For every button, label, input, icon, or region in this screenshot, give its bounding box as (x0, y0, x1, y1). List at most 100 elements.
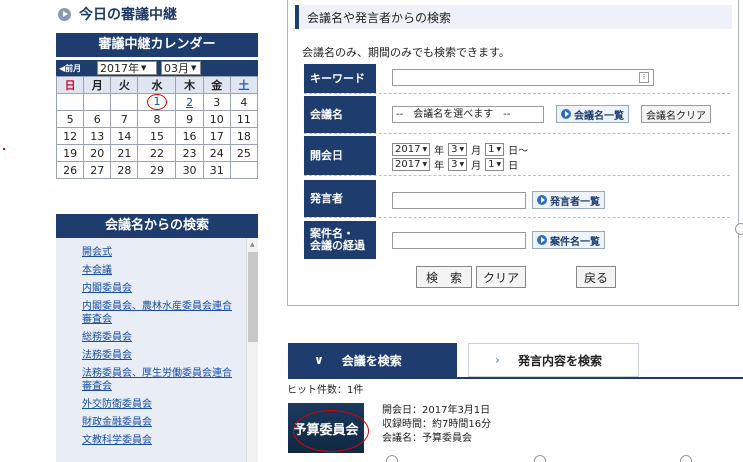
meeting-select[interactable]: -- 会議名を選べます -- (392, 106, 544, 123)
meeting-link[interactable]: 法務委員会 (82, 349, 258, 362)
today-broadcast-link[interactable]: 今日の審議中継 (56, 0, 258, 28)
meeting-link[interactable]: 財政金融委員会 (82, 416, 258, 429)
calendar-day (110, 93, 139, 111)
month-select[interactable]: 03月 ▼ (161, 61, 201, 75)
meeting-list: 開会式本会議内閣委員会内閣委員会、農林水産委員会連合審査会総務委員会法務委員会法… (56, 238, 258, 462)
calendar-day: 5 (55, 110, 85, 128)
tab-speech-search-label: 発言内容を検索 (517, 353, 602, 368)
result-meeting-name: 会議名：予算委員会 (382, 433, 472, 444)
meeting-link[interactable]: 本会議 (82, 264, 258, 277)
calendar-day: 31 (202, 161, 231, 179)
calendar-day: 3 (202, 93, 231, 111)
calendar-day: 28 (110, 161, 139, 179)
year-unit: 年 (434, 161, 445, 172)
meeting-search-title: 会議名からの検索 (56, 214, 258, 238)
chevron-down-icon: ▼ (422, 146, 428, 153)
back-button[interactable]: 戻る (576, 266, 616, 288)
calendar-title: 審議中継カレンダー (56, 33, 258, 57)
weekday-header: 金 (202, 76, 231, 94)
circle-marker (386, 455, 398, 462)
calendar-day: 24 (202, 144, 231, 162)
calendar-day: 15 (137, 127, 177, 145)
circle-marker (680, 455, 692, 462)
to-day-value: 1 (488, 159, 495, 170)
agenda-row: 案件名・ 会議の経過 案件名一覧 (304, 221, 730, 259)
agenda-input[interactable] (392, 232, 526, 249)
chevron-down-icon: ▼ (191, 64, 197, 72)
tab-meeting-search-label: 会議を検索 (341, 353, 402, 368)
from-day-select[interactable]: 1 ▼ (485, 143, 505, 156)
calendar-day: 8 (137, 110, 177, 128)
speaker-label: 発言者 (304, 180, 376, 217)
circle-marker (534, 455, 546, 462)
tab-speech-search[interactable]: › 発言内容を検索 (468, 343, 639, 377)
scroll-up-icon[interactable]: ▲ (250, 241, 255, 248)
year-select-value: 2017年 (100, 62, 139, 75)
weekday-header: 水 (137, 76, 177, 94)
meeting-list-button[interactable]: 会議名一覧 (556, 105, 629, 123)
date-to: 2017 ▼ 年 3 ▼ 月 1 ▼ 日 (392, 157, 518, 172)
calendar-day: 14 (110, 127, 139, 145)
from-month-select[interactable]: 3 ▼ (448, 143, 468, 156)
meeting-clear-button[interactable]: 会議名クリア (641, 105, 711, 123)
meeting-link[interactable]: 外交防衛委員会 (82, 398, 258, 411)
meeting-list-button-label: 会議名一覧 (574, 110, 624, 122)
chevron-down-icon: ▼ (496, 161, 502, 168)
speaker-list-button-label: 発言者一覧 (550, 196, 600, 208)
prev-month-link[interactable]: ◀前月 (59, 63, 93, 74)
to-day-select[interactable]: 1 ▼ (485, 158, 505, 171)
calendar-day: 18 (229, 127, 259, 145)
red-annotation-circle (293, 410, 369, 452)
agenda-list-button[interactable]: 案件名一覧 (532, 231, 605, 249)
hit-count: ヒット件数：1件 (287, 385, 364, 396)
weekday-header: 月 (83, 76, 112, 94)
chevron-right-icon: › (495, 353, 500, 367)
search-button[interactable]: 検 索 (416, 266, 472, 288)
calendar-day: 16 (175, 127, 204, 145)
circle-marker (735, 223, 743, 235)
calendar-grid: 日月火水木金土 1 2 3 4 5 6 7 8 9 10 11 12 13 14 15 16 17 18 19 20 2… (55, 76, 259, 179)
chevron-down-icon: ∨ (314, 353, 324, 367)
tab-meeting-search[interactable]: ∨ 会議を検索 (288, 343, 457, 377)
meeting-list-scrollbar[interactable]: ▲ (246, 238, 258, 462)
meeting-link[interactable]: 文教科学委員会 (82, 434, 258, 447)
result-date: 開会日：2017年3月1日 (382, 405, 491, 416)
speaker-row: 発言者 発言者一覧 (304, 180, 730, 218)
calendar-day: 25 (229, 144, 259, 162)
arrow-circle-icon (537, 235, 547, 245)
from-day-value: 1 (488, 144, 495, 155)
to-year-select[interactable]: 2017 ▼ (392, 158, 431, 171)
meeting-link[interactable]: 法務委員会、厚生労働委員会連合審査会 (82, 367, 258, 393)
scrollbar-thumb[interactable] (248, 252, 258, 342)
date-label: 開会日 (304, 136, 376, 175)
date-from: 2017 ▼ 年 3 ▼ 月 1 ▼ 日〜 (392, 142, 528, 157)
weekday-header: 火 (110, 76, 139, 94)
calendar-day: 19 (55, 144, 85, 162)
year-unit: 年 (434, 146, 445, 157)
meeting-link[interactable]: 総務委員会 (82, 331, 258, 344)
calendar-day (55, 93, 85, 111)
agenda-label: 案件名・ 会議の経過 (304, 221, 376, 259)
meeting-link[interactable]: 開会式 (82, 246, 258, 259)
calendar-day[interactable]: 2 (175, 93, 204, 111)
month-select-value: 03月 (164, 62, 189, 75)
calendar-day[interactable]: 1 (137, 93, 177, 111)
calendar-day (83, 93, 112, 111)
clear-button[interactable]: クリア (476, 266, 526, 288)
red-annotation-circle: 1 (146, 94, 167, 110)
panel-note: 会議名のみ、期間のみでも検索できます。 (302, 46, 510, 59)
calendar-day: 7 (110, 110, 139, 128)
keyword-row: キーワード ⁝ (304, 64, 730, 94)
meeting-link[interactable]: 内閣委員会 (82, 282, 258, 295)
speaker-input[interactable] (392, 192, 526, 209)
calendar-day: 26 (55, 161, 85, 179)
year-select[interactable]: 2017年 ▼ (97, 61, 157, 75)
from-year-select[interactable]: 2017 ▼ (392, 143, 431, 156)
chevron-down-icon: ▼ (141, 64, 147, 72)
speaker-list-button[interactable]: 発言者一覧 (532, 191, 605, 209)
panel-title: 会議名や発言者からの検索 (295, 5, 732, 29)
calendar-day (229, 161, 259, 179)
meeting-link[interactable]: 内閣委員会、農林水産委員会連合審査会 (82, 300, 258, 326)
to-month-select[interactable]: 3 ▼ (448, 158, 468, 171)
keyword-input[interactable] (392, 69, 654, 86)
